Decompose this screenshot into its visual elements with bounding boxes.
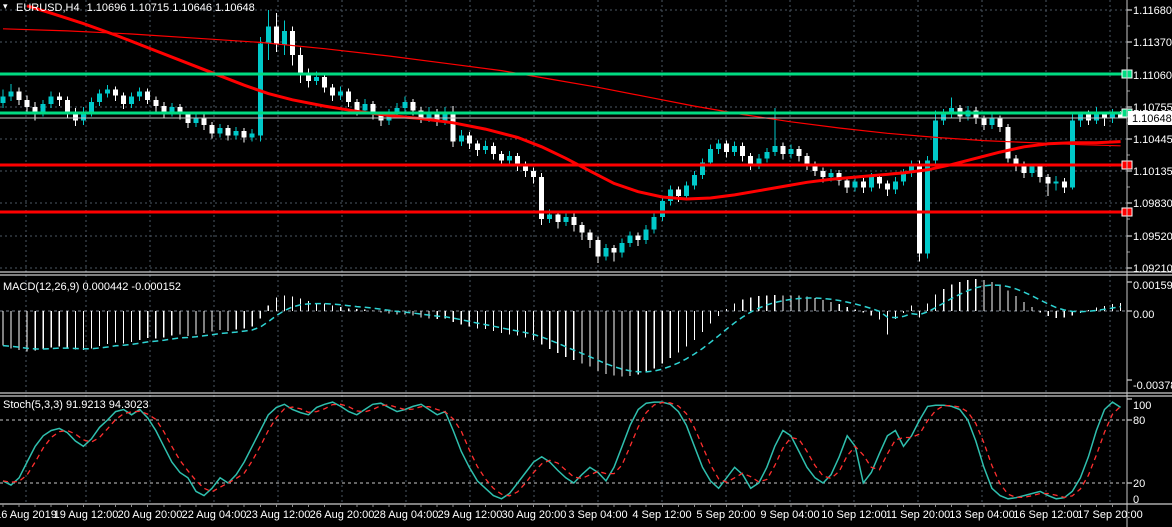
panel-separator[interactable] bbox=[0, 272, 1172, 276]
stoch-values: 91.9213 94.3023 bbox=[65, 399, 149, 411]
price-axis[interactable] bbox=[1128, 0, 1172, 504]
stoch-name: Stoch(5,3,3) bbox=[3, 399, 63, 411]
macd-indicator-label: MACD(12,26,9) 0.000442 -0.000152 bbox=[3, 281, 181, 293]
chart-title: EURUSD,H4 1.10696 1.10715 1.10646 1.10648 bbox=[16, 2, 255, 14]
symbol-period-label: EURUSD,H4 bbox=[16, 2, 80, 14]
ohlc-values: 1.10696 1.10715 1.10646 1.10648 bbox=[86, 2, 255, 14]
macd-name: MACD(12,26,9) bbox=[3, 281, 80, 293]
macd-panel[interactable] bbox=[0, 277, 1127, 392]
trading-chart-window: 1.11680 1.11370 1.11060 1.10755 1.10445 1.101… bbox=[0, 0, 1172, 527]
subwindow-collapse-icon[interactable]: ▾ bbox=[3, 0, 8, 12]
stoch-panel[interactable] bbox=[0, 399, 1127, 504]
stoch-indicator-label: Stoch(5,3,3) 91.9213 94.3023 bbox=[3, 399, 149, 411]
panel-separator[interactable] bbox=[0, 393, 1172, 397]
price-panel[interactable] bbox=[0, 0, 1127, 271]
time-axis[interactable] bbox=[0, 506, 1172, 527]
macd-values: 0.000442 -0.000152 bbox=[82, 281, 181, 293]
